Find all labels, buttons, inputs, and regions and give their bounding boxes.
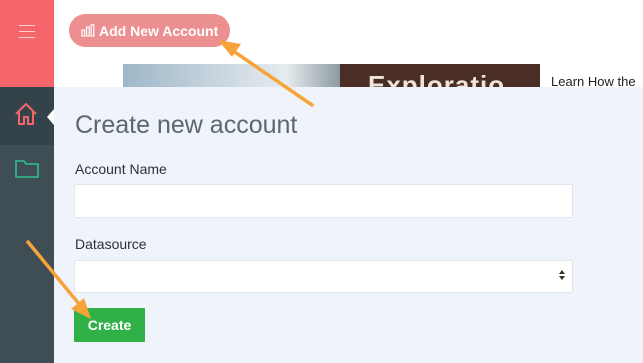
select-arrows-icon [558, 270, 566, 282]
menu-toggle[interactable] [0, 0, 54, 87]
banner-text: Exploratio [368, 70, 506, 87]
background-banner: Exploratio [340, 64, 540, 87]
datasource-label: Datasource [75, 236, 147, 252]
sidebar-item-folder[interactable] [0, 152, 54, 188]
active-item-pointer [47, 109, 54, 125]
account-name-label: Account Name [75, 161, 167, 177]
sidebar-item-home[interactable] [0, 87, 54, 145]
create-button[interactable]: Create [74, 308, 145, 342]
account-name-input[interactable] [74, 184, 573, 218]
datasource-select[interactable] [74, 260, 573, 293]
bar-chart-icon [81, 24, 95, 37]
page-title: Create new account [75, 111, 298, 139]
background-image [123, 64, 340, 87]
add-new-account-label: Add New Account [99, 22, 219, 39]
home-icon [15, 103, 37, 125]
folder-icon [15, 160, 39, 178]
add-new-account-button[interactable]: Add New Account [69, 14, 230, 47]
hamburger-menu-icon [19, 25, 35, 43]
